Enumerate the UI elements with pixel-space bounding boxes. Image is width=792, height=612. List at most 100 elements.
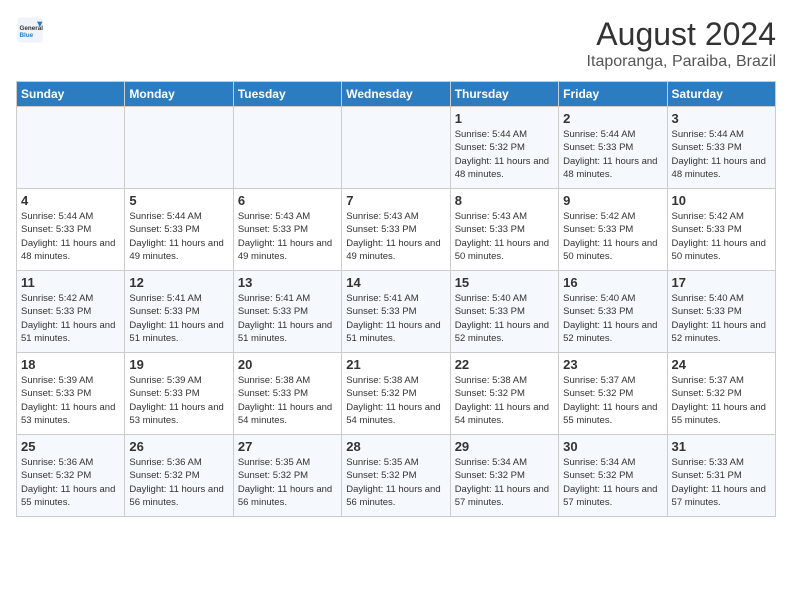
day-number: 15 [455,275,554,290]
calendar-week-4: 18 Sunrise: 5:39 AMSunset: 5:33 PMDayligh… [17,353,776,435]
calendar-cell: 12Sunrise: 5:41 AMSunset: 5:33 PMDayligh… [125,271,233,353]
day-number: 20 [238,357,337,372]
day-info: Sunrise: 5:44 AMSunset: 5:33 PMDaylight:… [129,210,228,263]
calendar-cell: 4 Sunrise: 5:44 AMSunset: 5:33 PMDaylight… [17,189,125,271]
svg-text:Blue: Blue [20,32,34,39]
day-number: 21 [346,357,445,372]
day-number: 31 [672,439,771,454]
page-container: General Blue August 2024 Itaporanga, Par… [0,0,792,527]
day-info: Sunrise: 5:35 AMSunset: 5:32 PMDaylight:… [238,456,337,509]
calendar-cell: 22Sunrise: 5:38 AMSunset: 5:32 PMDayligh… [450,353,558,435]
day-number: 11 [21,275,120,290]
day-info: Sunrise: 5:43 AMSunset: 5:33 PMDaylight:… [455,210,554,263]
day-info: Sunrise: 5:39 AMSunset: 5:33 PMDaylight:… [21,374,120,427]
day-info: Sunrise: 5:43 AMSunset: 5:33 PMDaylight:… [346,210,445,263]
day-number: 29 [455,439,554,454]
day-info: Sunrise: 5:43 AMSunset: 5:33 PMDaylight:… [238,210,337,263]
day-info: Sunrise: 5:44 AMSunset: 5:33 PMDaylight:… [563,128,662,181]
day-info: Sunrise: 5:44 AMSunset: 5:32 PMDaylight:… [455,128,554,181]
calendar-cell: 24 Sunrise: 5:37 AMSunset: 5:32 PMDayligh… [667,353,775,435]
day-number: 7 [346,193,445,208]
day-info: Sunrise: 5:39 AMSunset: 5:33 PMDaylight:… [129,374,228,427]
day-info: Sunrise: 5:42 AMSunset: 5:33 PMDaylight:… [672,210,771,263]
day-info: Sunrise: 5:38 AMSunset: 5:32 PMDaylight:… [455,374,554,427]
day-number: 8 [455,193,554,208]
day-info: Sunrise: 5:42 AMSunset: 5:33 PMDaylight:… [563,210,662,263]
col-sunday: Sunday [17,82,125,107]
calendar-cell: 13Sunrise: 5:41 AMSunset: 5:33 PMDayligh… [233,271,341,353]
calendar-week-1: 1 Sunrise: 5:44 AMSunset: 5:32 PMDaylight… [17,107,776,189]
col-monday: Monday [125,82,233,107]
day-info: Sunrise: 5:41 AMSunset: 5:33 PMDaylight:… [346,292,445,345]
calendar-cell: 23Sunrise: 5:37 AMSunset: 5:32 PMDayligh… [559,353,667,435]
day-number: 5 [129,193,228,208]
day-number: 27 [238,439,337,454]
day-number: 16 [563,275,662,290]
calendar-week-2: 4 Sunrise: 5:44 AMSunset: 5:33 PMDaylight… [17,189,776,271]
day-number: 17 [672,275,771,290]
main-title: August 2024 [587,16,776,53]
day-number: 24 [672,357,771,372]
calendar-cell: 6 Sunrise: 5:43 AMSunset: 5:33 PMDaylight… [233,189,341,271]
day-number: 1 [455,111,554,126]
day-info: Sunrise: 5:35 AMSunset: 5:32 PMDaylight:… [346,456,445,509]
col-tuesday: Tuesday [233,82,341,107]
header-row: Sunday Monday Tuesday Wednesday Thursday… [17,82,776,107]
calendar-cell: 14 Sunrise: 5:41 AMSunset: 5:33 PMDayligh… [342,271,450,353]
calendar-cell: 20Sunrise: 5:38 AMSunset: 5:33 PMDayligh… [233,353,341,435]
day-number: 19 [129,357,228,372]
day-number: 18 [21,357,120,372]
day-info: Sunrise: 5:44 AMSunset: 5:33 PMDaylight:… [21,210,120,263]
calendar-cell: 16 Sunrise: 5:40 AMSunset: 5:33 PMDayligh… [559,271,667,353]
day-info: Sunrise: 5:37 AMSunset: 5:32 PMDaylight:… [672,374,771,427]
subtitle: Itaporanga, Paraiba, Brazil [587,53,776,71]
day-info: Sunrise: 5:41 AMSunset: 5:33 PMDaylight:… [129,292,228,345]
col-saturday: Saturday [667,82,775,107]
day-info: Sunrise: 5:36 AMSunset: 5:32 PMDaylight:… [129,456,228,509]
day-info: Sunrise: 5:33 AMSunset: 5:31 PMDaylight:… [672,456,771,509]
col-thursday: Thursday [450,82,558,107]
day-number: 3 [672,111,771,126]
day-info: Sunrise: 5:38 AMSunset: 5:32 PMDaylight:… [346,374,445,427]
calendar-cell: 17Sunrise: 5:40 AMSunset: 5:33 PMDayligh… [667,271,775,353]
calendar-week-3: 11Sunrise: 5:42 AMSunset: 5:33 PMDayligh… [17,271,776,353]
calendar-cell: 19 Sunrise: 5:39 AMSunset: 5:33 PMDayligh… [125,353,233,435]
calendar-cell: 18 Sunrise: 5:39 AMSunset: 5:33 PMDayligh… [17,353,125,435]
calendar-cell: 1 Sunrise: 5:44 AMSunset: 5:32 PMDaylight… [450,107,558,189]
day-info: Sunrise: 5:40 AMSunset: 5:33 PMDaylight:… [563,292,662,345]
calendar-cell: 3Sunrise: 5:44 AMSunset: 5:33 PMDaylight… [667,107,775,189]
calendar-cell: 8 Sunrise: 5:43 AMSunset: 5:33 PMDaylight… [450,189,558,271]
calendar-cell: 5 Sunrise: 5:44 AMSunset: 5:33 PMDaylight… [125,189,233,271]
calendar-cell [17,107,125,189]
day-number: 6 [238,193,337,208]
day-number: 14 [346,275,445,290]
day-number: 26 [129,439,228,454]
calendar-cell: 9 Sunrise: 5:42 AMSunset: 5:33 PMDaylight… [559,189,667,271]
calendar-cell [233,107,341,189]
calendar-cell: 10 Sunrise: 5:42 AMSunset: 5:33 PMDayligh… [667,189,775,271]
col-friday: Friday [559,82,667,107]
title-block: August 2024 Itaporanga, Paraiba, Brazil [587,16,776,71]
logo-icon: General Blue [16,16,44,44]
day-number: 10 [672,193,771,208]
calendar-cell: 2Sunrise: 5:44 AMSunset: 5:33 PMDaylight… [559,107,667,189]
calendar-cell: 26 Sunrise: 5:36 AMSunset: 5:32 PMDayligh… [125,435,233,517]
calendar-cell: 29Sunrise: 5:34 AMSunset: 5:32 PMDayligh… [450,435,558,517]
day-number: 4 [21,193,120,208]
calendar-cell: 21 Sunrise: 5:38 AMSunset: 5:32 PMDayligh… [342,353,450,435]
day-info: Sunrise: 5:36 AMSunset: 5:32 PMDaylight:… [21,456,120,509]
header: General Blue August 2024 Itaporanga, Par… [16,16,776,71]
day-number: 25 [21,439,120,454]
day-number: 9 [563,193,662,208]
calendar-cell [342,107,450,189]
calendar-cell [125,107,233,189]
calendar-cell: 7 Sunrise: 5:43 AMSunset: 5:33 PMDaylight… [342,189,450,271]
calendar-week-5: 25 Sunrise: 5:36 AMSunset: 5:32 PMDayligh… [17,435,776,517]
day-number: 23 [563,357,662,372]
calendar-cell: 28Sunrise: 5:35 AMSunset: 5:32 PMDayligh… [342,435,450,517]
calendar-table: Sunday Monday Tuesday Wednesday Thursday… [16,81,776,517]
day-info: Sunrise: 5:34 AMSunset: 5:32 PMDaylight:… [563,456,662,509]
calendar-cell: 25 Sunrise: 5:36 AMSunset: 5:32 PMDayligh… [17,435,125,517]
day-number: 13 [238,275,337,290]
day-number: 30 [563,439,662,454]
